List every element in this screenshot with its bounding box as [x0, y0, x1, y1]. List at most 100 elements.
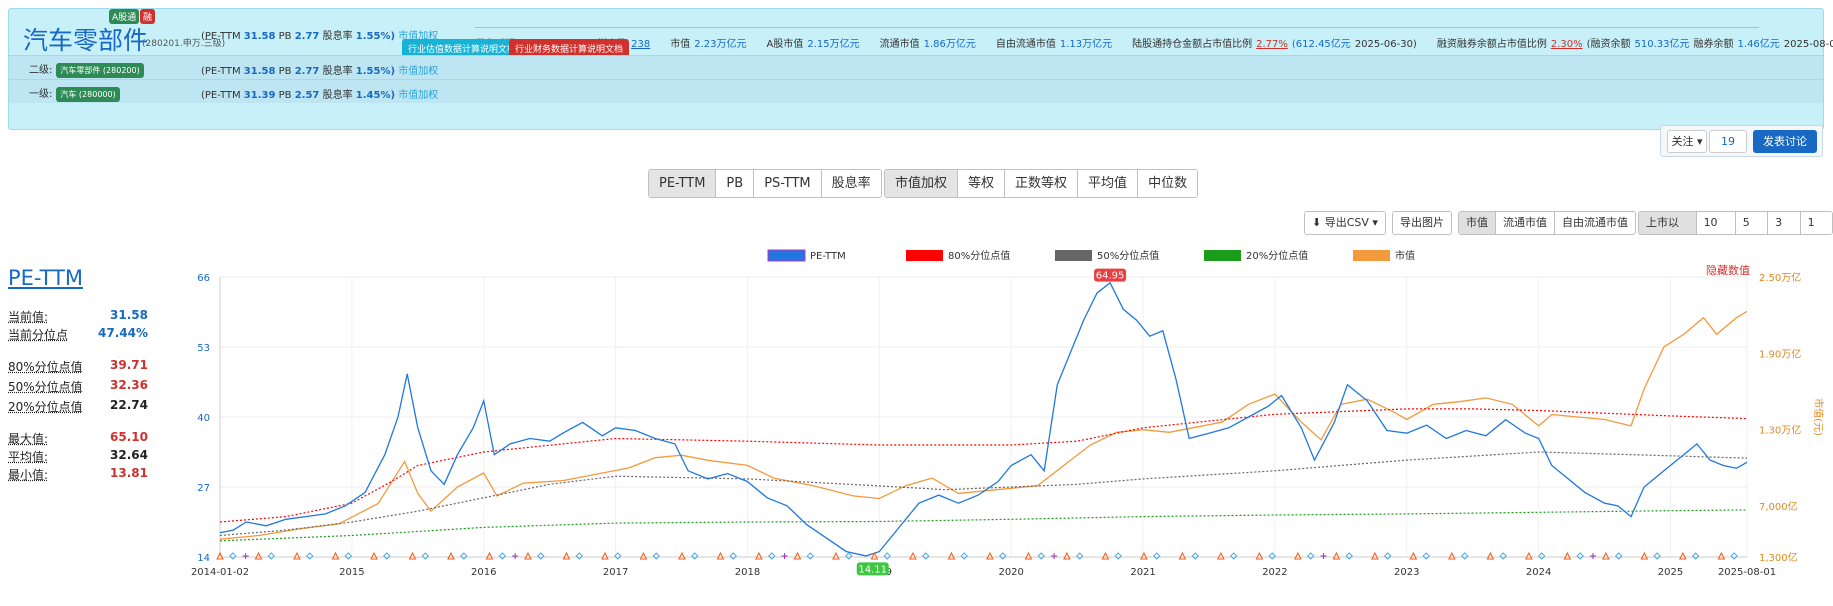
event-marker — [1590, 553, 1597, 559]
event-marker — [331, 551, 340, 560]
cap-tabs: 市值 流通市值 自由流通市值 — [1458, 211, 1636, 235]
event-marker — [1230, 552, 1238, 560]
event-marker — [922, 552, 930, 560]
y-right-axis-label: 市值(元) — [1812, 398, 1825, 436]
stat-label[interactable]: 当前值: — [8, 308, 48, 325]
event-marker — [1640, 551, 1649, 560]
event-marker — [883, 552, 891, 560]
x-tick-label: 2014-01-02 — [191, 567, 249, 578]
event-marker — [1614, 552, 1623, 560]
event-marker — [1140, 551, 1148, 560]
event-marker — [639, 551, 648, 560]
event-marker — [421, 552, 430, 560]
hide-values-toggle[interactable]: 隐藏数值 — [1706, 264, 1750, 277]
x-tick-label: 2025 — [1658, 567, 1683, 578]
event-marker — [1371, 551, 1379, 560]
level1-row: 一级: 汽车 (280000) (PE-TTM 31.39 PB 2.57 股息率… — [9, 79, 1823, 103]
stat-value: 47.44% — [98, 326, 148, 340]
tab-1y[interactable]: 1年 — [1800, 212, 1832, 234]
follower-count: 19 — [1709, 130, 1747, 153]
tab-free-float-cap[interactable]: 自由流通市值 — [1555, 212, 1635, 234]
info-item: A股市值 2.15万亿元 — [766, 39, 860, 50]
event-marker — [1178, 551, 1187, 560]
y-left-tick-label: 27 — [197, 483, 210, 494]
x-tick-label: 2023 — [1394, 567, 1419, 578]
event-marker — [408, 551, 417, 560]
stat-value: 32.36 — [110, 378, 148, 392]
follow-button[interactable]: 关注 ▾ — [1667, 130, 1707, 153]
y-right-tick-label: 2.50万亿 — [1759, 271, 1801, 284]
tab-3y[interactable]: 3年 — [1768, 212, 1801, 234]
event-marker — [1409, 551, 1418, 560]
stat-value: 13.81 — [110, 466, 148, 480]
series-market-cap — [219, 310, 1748, 540]
x-tick-label: 2015 — [339, 567, 364, 578]
legend-swatch — [906, 250, 943, 261]
event-marker — [691, 552, 699, 560]
level1-label: 一级: 汽车 (280000) — [29, 85, 120, 102]
event-marker — [1153, 552, 1161, 560]
event-marker — [1101, 551, 1110, 560]
stat-label[interactable]: 20%分位点值 — [8, 398, 83, 415]
stat-label[interactable]: 当前分位点 — [8, 326, 68, 343]
event-marker — [1037, 552, 1045, 560]
event-marker — [1076, 552, 1084, 560]
y-right-tick-label: 1.30万亿 — [1759, 424, 1801, 437]
tab-cap-weighted[interactable]: 市值加权 — [885, 170, 959, 197]
stat-label[interactable]: 最小值: — [8, 466, 48, 483]
stat-value: 32.64 — [110, 448, 148, 462]
event-marker — [729, 552, 737, 560]
tab-float-cap[interactable]: 流通市值 — [1496, 212, 1555, 234]
event-marker — [1717, 551, 1726, 560]
tab-total-cap[interactable]: 市值 — [1459, 212, 1496, 234]
stats-title: PE-TTM — [8, 266, 83, 290]
tab-pb[interactable]: PB — [716, 170, 755, 197]
export-image-button[interactable]: 导出图片 — [1392, 211, 1452, 235]
tab-5y[interactable]: 5年 — [1735, 212, 1769, 234]
tab-median[interactable]: 中位数 — [1138, 170, 1198, 197]
series-pe-ttm — [219, 281, 1748, 557]
event-marker — [229, 552, 237, 560]
stat-value: 22.74 — [110, 398, 148, 412]
level2-badge[interactable]: 汽车零部件 (280200) — [56, 63, 144, 78]
stat-label[interactable]: 最大值: — [8, 430, 48, 447]
stat-value: 65.10 — [110, 430, 148, 444]
event-marker — [306, 552, 314, 560]
event-marker — [1422, 552, 1430, 560]
tab-pe-ttm[interactable]: PE-TTM — [649, 170, 717, 197]
legend-swatch — [1055, 250, 1092, 261]
tab-dividend-yield[interactable]: 股息率 — [821, 170, 881, 197]
discuss-button[interactable]: 发表讨论 — [1753, 130, 1817, 153]
level2-label: 二级: 汽车零部件 (280200) — [29, 61, 144, 78]
event-marker — [524, 551, 532, 560]
tab-10y[interactable]: 10年 — [1696, 212, 1736, 234]
index-info: 发布时间2014-01-01样本数238市值2.23万亿元A股市值2.15万亿元… — [475, 27, 1833, 50]
tab-ps-ttm[interactable]: PS-TTM — [754, 170, 822, 197]
stat-label[interactable]: 80%分位点值 — [8, 358, 83, 375]
event-marker — [652, 552, 660, 560]
legend-swatch — [1353, 250, 1390, 261]
event-marker — [1217, 551, 1225, 560]
x-tick-label: 2019 — [867, 567, 892, 578]
tab-equal-weight[interactable]: 等权 — [958, 170, 1006, 197]
event-marker — [768, 552, 776, 560]
event-marker — [793, 551, 802, 560]
tab-mean[interactable]: 平均值 — [1078, 170, 1139, 197]
event-marker — [716, 551, 725, 560]
export-csv-button[interactable]: ⬇ 导出CSV ▾ — [1304, 211, 1386, 235]
level2-row: 二级: 汽车零部件 (280200) (PE-TTM 31.58 PB 2.77 … — [9, 55, 1823, 79]
event-marker — [1051, 553, 1058, 559]
tab-positive-equal-weight[interactable]: 正数等权 — [1005, 170, 1079, 197]
event-marker — [1730, 552, 1738, 560]
event-marker — [960, 552, 968, 560]
event-marker — [845, 552, 853, 560]
level1-badge[interactable]: 汽车 (280000) — [56, 87, 120, 102]
tab-since-listing[interactable]: 上市以来 — [1639, 212, 1697, 234]
event-marker — [986, 551, 994, 560]
event-marker — [947, 551, 956, 560]
tag-a-share-connect: A股通 — [109, 9, 140, 24]
info-item: 融资融券余额占市值比例 2.30% (融资余额 510.33亿元 融券余额 1.46亿元 2… — [1436, 39, 1833, 50]
stat-label[interactable]: 50%分位点值 — [8, 378, 83, 395]
event-marker — [1576, 552, 1584, 560]
stat-label[interactable]: 平均值: — [8, 448, 48, 465]
